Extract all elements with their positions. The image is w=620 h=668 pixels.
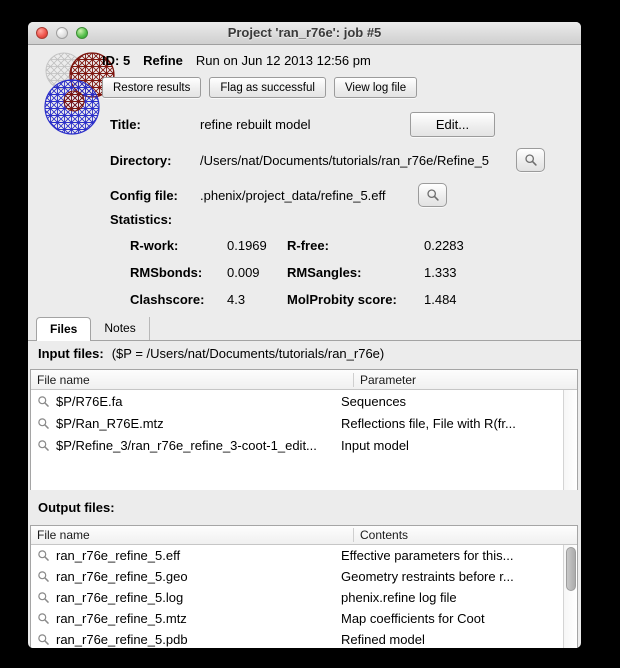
output-table-body: ran_r76e_refine_5.eff Effective paramete… — [31, 545, 577, 648]
notebook-tabbar: Files Notes — [28, 317, 581, 341]
window-title: Project 'ran_r76e': job #5 — [28, 22, 581, 43]
traffic-lights — [36, 27, 88, 39]
row-magnifier-icon — [37, 591, 50, 604]
stat-label: MolProbity score: — [287, 292, 424, 307]
tab-files[interactable]: Files — [36, 317, 91, 341]
row-magnifier-icon — [37, 612, 50, 625]
input-file-row[interactable]: $P/R76E.fa Sequences — [31, 390, 577, 412]
job-detail-window: Project 'ran_r76e': job #5 — [28, 22, 581, 648]
output-file-row[interactable]: ran_r76e_refine_5.mtz Map coefficients f… — [31, 608, 577, 629]
input-table-header: File name Parameter — [31, 370, 577, 390]
row-magnifier-icon — [37, 417, 50, 430]
red-mesh-blob — [64, 91, 84, 111]
column-header-contents: Contents — [353, 528, 541, 542]
column-header-file-name: File name — [31, 528, 353, 542]
output-file-name: ran_r76e_refine_5.mtz — [56, 611, 187, 626]
stat-label: R-free: — [287, 238, 424, 253]
row-magnifier-icon — [37, 570, 50, 583]
restore-results-button[interactable]: Restore results — [102, 77, 201, 98]
column-header-parameter: Parameter — [353, 373, 541, 387]
input-table-scrollbar-track[interactable] — [563, 390, 577, 490]
row-magnifier-icon — [37, 395, 50, 408]
output-file-contents: Geometry restraints before r... — [333, 569, 514, 584]
zoom-button[interactable] — [76, 27, 88, 39]
minimize-button[interactable] — [56, 27, 68, 39]
output-file-row[interactable]: ran_r76e_refine_5.pdb Refined model — [31, 629, 577, 648]
stat-label: R-work: — [130, 238, 227, 253]
close-button[interactable] — [36, 27, 48, 39]
input-files-table: File name Parameter — [30, 369, 578, 490]
config-file-label: Config file: — [110, 188, 200, 203]
output-file-row[interactable]: ran_r76e_refine_5.geo Geometry restraint… — [31, 566, 577, 587]
magnifier-icon — [426, 188, 440, 202]
output-files-table: File name Contents — [30, 525, 578, 648]
stat-value: 0.009 — [227, 265, 287, 280]
desktop-background: Project 'ran_r76e': job #5 — [0, 0, 620, 668]
stat-label: RMSbonds: — [130, 265, 227, 280]
magnifier-icon — [524, 153, 538, 167]
stat-value: 0.2283 — [424, 238, 464, 253]
job-run-info: Run on Jun 12 2013 12:56 pm — [196, 53, 371, 68]
output-file-contents: phenix.refine log file — [333, 590, 457, 605]
output-file-name: ran_r76e_refine_5.eff — [56, 548, 180, 563]
input-file-parameter: Input model — [333, 438, 409, 453]
row-magnifier-icon — [37, 549, 50, 562]
view-log-file-button[interactable]: View log file — [334, 77, 417, 98]
output-files-label: Output files: — [38, 500, 115, 515]
stat-value: 1.484 — [424, 292, 464, 307]
row-magnifier-icon — [37, 633, 50, 646]
directory-label: Directory: — [110, 153, 200, 168]
output-table-scrollbar-thumb[interactable] — [566, 547, 576, 591]
tab-notes[interactable]: Notes — [91, 317, 149, 340]
input-file-name: $P/Refine_3/ran_r76e_refine_3-coot-1_edi… — [56, 438, 317, 453]
stat-value: 1.333 — [424, 265, 464, 280]
window-content: ID: 5 Refine Run on Jun 12 2013 12:56 pm… — [28, 45, 581, 648]
input-table-body: $P/R76E.fa Sequences — [31, 390, 577, 490]
job-header-line: ID: 5 Refine Run on Jun 12 2013 12:56 pm — [102, 53, 371, 68]
job-program: Refine — [143, 53, 183, 68]
output-file-contents: Map coefficients for Coot — [333, 611, 485, 626]
flag-successful-button[interactable]: Flag as successful — [209, 77, 326, 98]
output-file-row[interactable]: ran_r76e_refine_5.log phenix.refine log … — [31, 587, 577, 608]
output-file-contents: Effective parameters for this... — [333, 548, 513, 563]
browse-directory-button[interactable] — [516, 148, 545, 172]
output-file-name: ran_r76e_refine_5.log — [56, 590, 183, 605]
output-file-row[interactable]: ran_r76e_refine_5.eff Effective paramete… — [31, 545, 577, 566]
input-file-row[interactable]: $P/Refine_3/ran_r76e_refine_3-coot-1_edi… — [31, 434, 577, 456]
output-file-name: ran_r76e_refine_5.pdb — [56, 632, 188, 647]
row-magnifier-icon — [37, 439, 50, 452]
edit-title-button[interactable]: Edit... — [410, 112, 495, 137]
input-file-parameter: Sequences — [333, 394, 406, 409]
stat-label: Clashscore: — [130, 292, 227, 307]
output-table-header: File name Contents — [31, 526, 577, 545]
input-file-name: $P/R76E.fa — [56, 394, 123, 409]
column-header-file-name: File name — [31, 373, 353, 387]
statistics-label: Statistics: — [110, 212, 172, 227]
output-file-name: ran_r76e_refine_5.geo — [56, 569, 188, 584]
input-files-label: Input files: — [38, 346, 104, 361]
stat-value: 0.1969 — [227, 238, 287, 253]
output-file-contents: Refined model — [333, 632, 425, 647]
config-file-value: .phenix/project_data/refine_5.eff — [200, 188, 418, 203]
input-file-name: $P/Ran_R76E.mtz — [56, 416, 164, 431]
stat-value: 4.3 — [227, 292, 287, 307]
input-files-path-note: ($P = /Users/nat/Documents/tutorials/ran… — [112, 346, 385, 361]
job-action-buttons: Restore results Flag as successful View … — [102, 77, 417, 98]
output-table-scrollbar-track[interactable] — [563, 545, 577, 648]
input-file-row[interactable]: $P/Ran_R76E.mtz Reflections file, File w… — [31, 412, 577, 434]
view-config-button[interactable] — [418, 183, 447, 207]
window-titlebar[interactable]: Project 'ran_r76e': job #5 — [28, 22, 581, 45]
title-label: Title: — [110, 117, 200, 132]
stat-label: RMSangles: — [287, 265, 424, 280]
input-file-parameter: Reflections file, File with R(fr... — [333, 416, 516, 431]
directory-value: /Users/nat/Documents/tutorials/ran_r76e/… — [200, 153, 516, 168]
statistics-grid: R-work: 0.1969 R-free: 0.2283 RMSbonds: … — [130, 238, 464, 319]
title-value: refine rebuilt model — [200, 117, 311, 132]
job-id-label: ID: 5 — [102, 53, 130, 68]
